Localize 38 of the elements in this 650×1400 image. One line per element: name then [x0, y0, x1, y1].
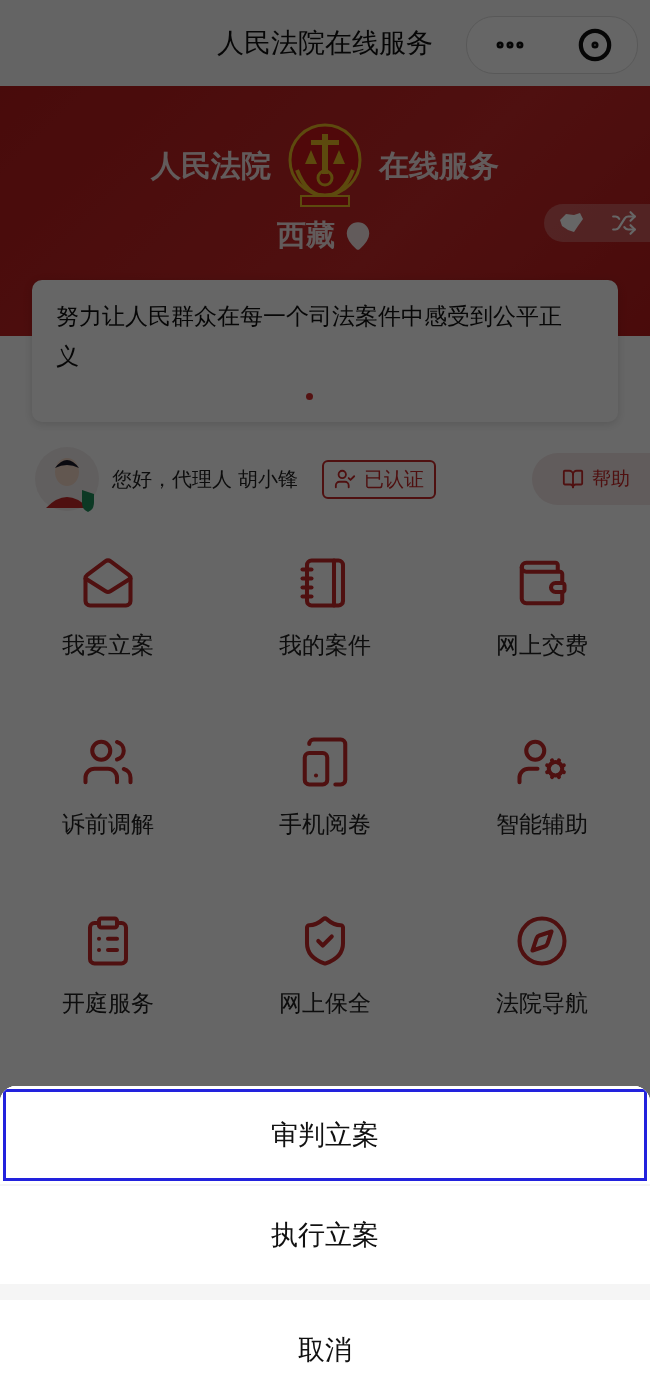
verified-label: 已认证: [364, 465, 425, 493]
nav-title: 人民法院在线服务: [217, 26, 433, 60]
service-item[interactable]: 智能辅助: [433, 735, 650, 840]
shuffle-icon: [610, 210, 637, 236]
book-icon: [562, 468, 584, 490]
help-button[interactable]: 帮助: [532, 453, 650, 505]
service-item[interactable]: 我的案件: [216, 556, 434, 661]
action-option[interactable]: 执行立案: [0, 1186, 650, 1284]
map-icon: [557, 212, 584, 234]
service-label: 网上交费: [495, 631, 588, 660]
service-label: 我的案件: [279, 631, 371, 660]
service-item[interactable]: 诉前调解: [0, 735, 217, 840]
service-label: 我要立案: [62, 631, 155, 660]
service-item[interactable]: 手机阅卷: [216, 735, 434, 840]
action-option[interactable]: 审判立案: [0, 1086, 650, 1184]
service-item[interactable]: 开庭服务: [0, 914, 217, 1019]
cancel-button[interactable]: 取消: [0, 1300, 650, 1400]
service-label: 法院导航: [495, 989, 588, 1018]
envelope-icon: [81, 556, 136, 610]
service-item[interactable]: 法院导航: [433, 914, 650, 1019]
service-item[interactable]: 网上保全: [216, 914, 434, 1019]
page-indicator-dot: [305, 393, 313, 400]
user-check-icon: [334, 468, 357, 490]
service-label: 诉前调解: [62, 810, 155, 839]
avatar-icon: [34, 446, 100, 512]
service-label: 网上保全: [279, 989, 371, 1018]
service-label: 开庭服务: [62, 989, 155, 1018]
slogan-text: 努力让人民群众在每一个司法案件中感受到公平正义: [56, 302, 562, 371]
service-label: 智能辅助: [495, 810, 588, 839]
service-item[interactable]: 网上交费: [433, 556, 650, 661]
greeting-text: 您好，代理人 胡小锋: [112, 465, 299, 493]
region-label[interactable]: 西藏: [277, 216, 335, 256]
service-item[interactable]: 我要立案: [0, 556, 217, 661]
header-title: 在线服务: [379, 146, 499, 185]
close-target-icon[interactable]: [577, 28, 612, 62]
service-label: 手机阅卷: [279, 810, 371, 839]
court-emblem-icon: [287, 122, 363, 210]
header-title: 人民法院: [151, 146, 271, 185]
